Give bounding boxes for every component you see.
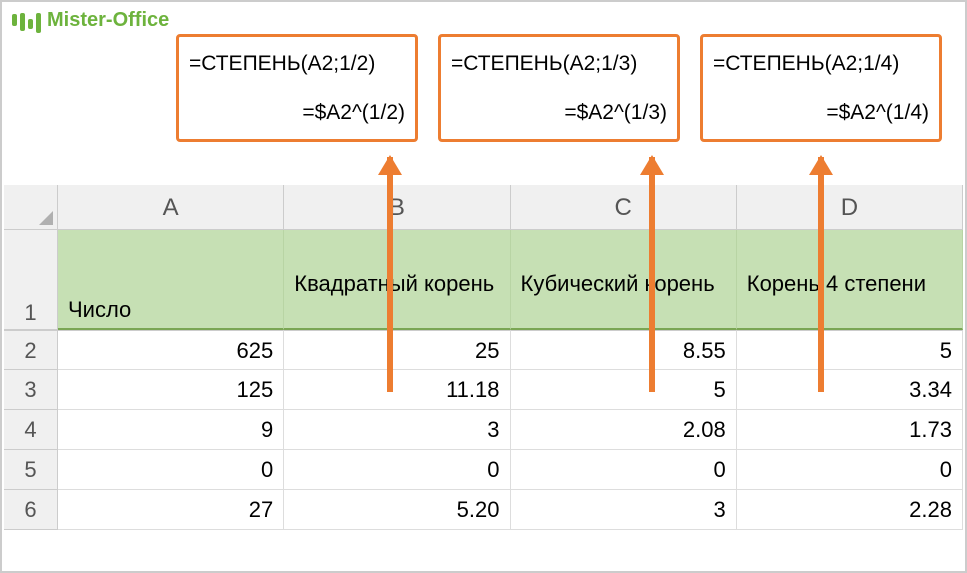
cell-a6[interactable]: 27 [58, 490, 284, 530]
formula-power-1-3: =СТЕПЕНЬ(A2;1/3) [451, 47, 667, 81]
col-head-d[interactable]: D [737, 185, 963, 230]
table-row: 5 0 0 0 0 [4, 450, 963, 490]
formula-box-4root: =СТЕПЕНЬ(A2;1/4) =$A2^(1/4) [700, 34, 942, 142]
cell-b2[interactable]: 25 [284, 330, 510, 370]
cell-a5[interactable]: 0 [58, 450, 284, 490]
formula-box-sqrt: =СТЕПЕНЬ(A2;1/2) =$A2^(1/2) [176, 34, 418, 142]
col-head-b[interactable]: B [284, 185, 510, 230]
header-cell-sqrt[interactable]: Квадратный корень [284, 230, 510, 330]
table-row: 6 27 5.20 3 2.28 [4, 490, 963, 530]
header-cell-cbrt[interactable]: Кубический корень [511, 230, 737, 330]
header-cell-4root[interactable]: Корень 4 степени [737, 230, 963, 330]
arrow-icon [649, 157, 655, 392]
arrow-icon [818, 157, 824, 392]
cell-b4[interactable]: 3 [284, 410, 510, 450]
formula-caret-1-4: =$A2^(1/4) [713, 96, 929, 130]
logo: Mister-Office [12, 7, 169, 33]
arrow-icon [387, 157, 393, 392]
cell-b5[interactable]: 0 [284, 450, 510, 490]
row-head-1[interactable]: 1 [4, 230, 58, 330]
row-head[interactable]: 4 [4, 410, 58, 450]
cell-d3[interactable]: 3.34 [737, 370, 963, 410]
row-head[interactable]: 3 [4, 370, 58, 410]
cell-d5[interactable]: 0 [737, 450, 963, 490]
col-head-a[interactable]: A [58, 185, 284, 230]
cell-c6[interactable]: 3 [511, 490, 737, 530]
header-cell-number[interactable]: Число [58, 230, 284, 330]
cell-a4[interactable]: 9 [58, 410, 284, 450]
col-head-c[interactable]: C [511, 185, 737, 230]
cell-b6[interactable]: 5.20 [284, 490, 510, 530]
formula-caret-1-3: =$A2^(1/3) [451, 96, 667, 130]
cell-d6[interactable]: 2.28 [737, 490, 963, 530]
row-head[interactable]: 2 [4, 330, 58, 370]
formula-power-1-2: =СТЕПЕНЬ(A2;1/2) [189, 47, 405, 81]
cell-a2[interactable]: 625 [58, 330, 284, 370]
cell-c2[interactable]: 8.55 [511, 330, 737, 370]
logo-text: Mister-Office [47, 9, 169, 32]
logo-bars-icon [12, 7, 41, 33]
select-all-corner[interactable] [4, 185, 58, 230]
cell-b3[interactable]: 11.18 [284, 370, 510, 410]
formula-power-1-4: =СТЕПЕНЬ(A2;1/4) [713, 47, 929, 81]
cell-c4[interactable]: 2.08 [511, 410, 737, 450]
cell-c5[interactable]: 0 [511, 450, 737, 490]
formula-caret-1-2: =$A2^(1/2) [189, 96, 405, 130]
cell-d2[interactable]: 5 [737, 330, 963, 370]
formula-boxes: =СТЕПЕНЬ(A2;1/2) =$A2^(1/2) =СТЕПЕНЬ(A2;… [176, 34, 942, 142]
cell-a3[interactable]: 125 [58, 370, 284, 410]
row-head[interactable]: 5 [4, 450, 58, 490]
row-head[interactable]: 6 [4, 490, 58, 530]
cell-d4[interactable]: 1.73 [737, 410, 963, 450]
cell-c3[interactable]: 5 [511, 370, 737, 410]
formula-box-cbrt: =СТЕПЕНЬ(A2;1/3) =$A2^(1/3) [438, 34, 680, 142]
table-row: 4 9 3 2.08 1.73 [4, 410, 963, 450]
